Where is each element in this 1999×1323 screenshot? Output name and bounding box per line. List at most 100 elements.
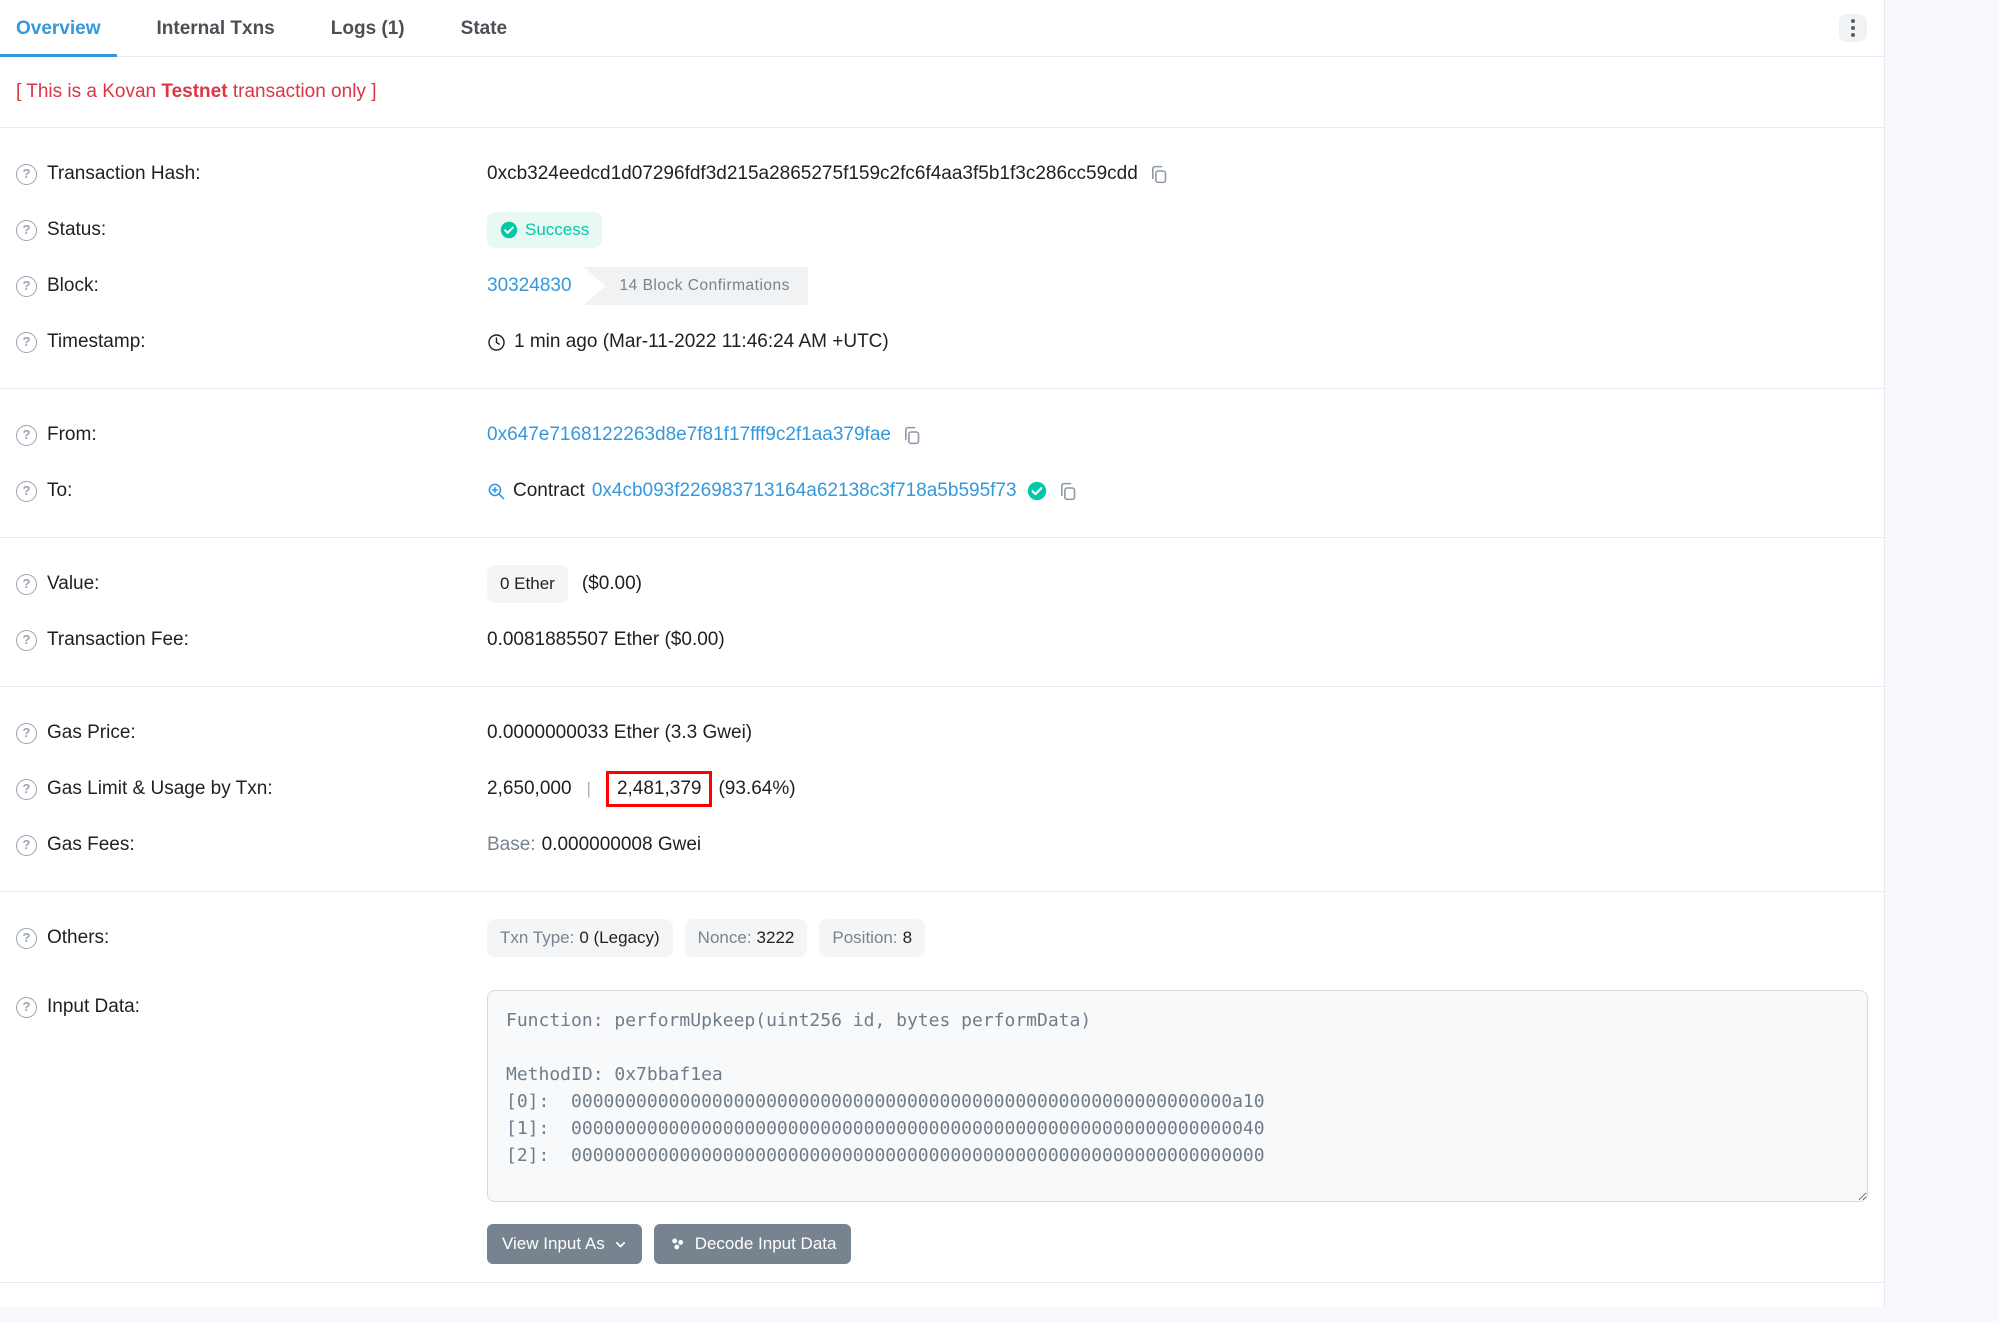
tab-internal-txns[interactable]: Internal Txns (141, 0, 291, 57)
position-value: 8 (903, 928, 912, 948)
row-transaction-hash: ? Transaction Hash: 0xcb324eedcd1d07296f… (0, 146, 1884, 202)
view-input-as-button[interactable]: View Input As (487, 1224, 642, 1264)
tab-overview[interactable]: Overview (0, 0, 117, 57)
decode-input-data-label: Decode Input Data (695, 1234, 837, 1254)
testnet-note: [ This is a Kovan Testnet transaction on… (16, 81, 1868, 103)
row-status: ? Status: Success (0, 202, 1884, 258)
help-icon[interactable]: ? (16, 164, 37, 185)
section-overview-top: ? Transaction Hash: 0xcb324eedcd1d07296f… (0, 128, 1884, 389)
block-number-link[interactable]: 30324830 (487, 275, 572, 297)
row-others: ? Others: Txn Type: 0 (Legacy) Nonce: 32… (0, 910, 1884, 966)
row-input-data: ? Input Data: Function: performUpkeep(ui… (0, 980, 1884, 1264)
nonce-key: Nonce: (698, 928, 752, 948)
tab-bar: Overview Internal Txns Logs (1) State (0, 0, 1884, 57)
gas-separator: | (587, 779, 591, 799)
help-icon[interactable]: ? (16, 997, 37, 1018)
row-gas-price: ? Gas Price: 0.0000000033 Ether (3.3 Gwe… (0, 705, 1884, 761)
timestamp-label: Timestamp: (47, 331, 146, 353)
position-key: Position: (832, 928, 897, 948)
copy-icon[interactable] (1148, 164, 1169, 185)
help-icon[interactable]: ? (16, 220, 37, 241)
help-icon[interactable]: ? (16, 835, 37, 856)
tab-logs[interactable]: Logs (1) (315, 0, 421, 57)
row-timestamp: ? Timestamp: 1 min ago (Mar-11-2022 11:4… (0, 314, 1884, 370)
decode-icon (669, 1236, 686, 1253)
gas-price-value: 0.0000000033 Ether (3.3 Gwei) (487, 722, 752, 744)
help-icon[interactable]: ? (16, 630, 37, 651)
timestamp-value: 1 min ago (Mar-11-2022 11:46:24 AM +UTC) (514, 331, 889, 353)
row-gas-limit-usage: ? Gas Limit & Usage by Txn: 2,650,000 | … (0, 761, 1884, 817)
input-data-label: Input Data: (47, 996, 140, 1018)
view-input-as-label: View Input As (502, 1234, 605, 1254)
help-icon[interactable]: ? (16, 928, 37, 949)
block-confirmations-badge: 14 Block Confirmations (584, 267, 808, 305)
row-to: ? To: Contract 0x4cb093f226983713164a621… (0, 463, 1884, 519)
bottom-spacer (0, 1283, 1884, 1323)
gas-price-label: Gas Price: (47, 722, 136, 744)
section-value: ? Value: 0 Ether ($0.00) ? Transaction F… (0, 538, 1884, 687)
transaction-hash-value: 0xcb324eedcd1d07296fdf3d215a2865275f159c… (487, 163, 1138, 185)
value-label: Value: (47, 573, 99, 595)
testnet-note-suffix: transaction only ] (228, 81, 377, 102)
transaction-hash-label: Transaction Hash: (47, 163, 200, 185)
to-address-link[interactable]: 0x4cb093f226983713164a62138c3f718a5b595f… (592, 480, 1017, 502)
gas-fees-base-value: 0.000000008 Gwei (542, 834, 702, 856)
help-icon[interactable]: ? (16, 723, 37, 744)
input-data-textarea[interactable]: Function: performUpkeep(uint256 id, byte… (487, 990, 1868, 1202)
help-icon[interactable]: ? (16, 332, 37, 353)
status-value: Success (525, 220, 589, 240)
position-badge: Position: 8 (819, 919, 925, 957)
from-label: From: (47, 424, 97, 446)
tab-state[interactable]: State (445, 0, 523, 57)
decode-input-data-button[interactable]: Decode Input Data (654, 1224, 852, 1264)
section-gas: ? Gas Price: 0.0000000033 Ether (3.3 Gwe… (0, 687, 1884, 892)
txn-type-badge: Txn Type: 0 (Legacy) (487, 919, 673, 957)
success-check-icon (500, 221, 518, 239)
clock-icon (487, 333, 506, 352)
row-block: ? Block: 30324830 14 Block Confirmations (0, 258, 1884, 314)
kebab-dot (1851, 33, 1855, 37)
kebab-dot (1851, 19, 1855, 23)
help-icon[interactable]: ? (16, 276, 37, 297)
nonce-badge: Nonce: 3222 (685, 919, 808, 957)
row-value: ? Value: 0 Ether ($0.00) (0, 556, 1884, 612)
testnet-note-section: [ This is a Kovan Testnet transaction on… (0, 57, 1884, 128)
gas-fees-label: Gas Fees: (47, 834, 135, 856)
help-icon[interactable]: ? (16, 425, 37, 446)
others-label: Others: (47, 927, 109, 949)
more-options-button[interactable] (1839, 14, 1867, 42)
txn-type-key: Txn Type: (500, 928, 574, 948)
status-badge: Success (487, 212, 602, 248)
row-from: ? From: 0x647e7168122263d8e7f81f17fff9c2… (0, 407, 1884, 463)
nonce-value: 3222 (757, 928, 795, 948)
testnet-note-prefix: [ This is a Kovan (16, 81, 161, 102)
transaction-detail-card: Overview Internal Txns Logs (1) State [ … (0, 0, 1885, 1307)
gas-used-percent: (93.64%) (718, 778, 795, 800)
ether-value-badge: 0 Ether (487, 565, 568, 603)
gas-limit-label: Gas Limit & Usage by Txn: (47, 778, 273, 800)
chevron-down-icon (614, 1238, 627, 1251)
verified-check-icon (1027, 481, 1047, 501)
copy-icon[interactable] (1057, 481, 1078, 502)
zoom-in-icon[interactable] (487, 482, 506, 501)
to-label: To: (47, 480, 72, 502)
value-usd: ($0.00) (582, 573, 642, 595)
from-address-link[interactable]: 0x647e7168122263d8e7f81f17fff9c2f1aa379f… (487, 424, 891, 446)
section-parties: ? From: 0x647e7168122263d8e7f81f17fff9c2… (0, 389, 1884, 538)
copy-icon[interactable] (901, 425, 922, 446)
gas-fees-base-label: Base: (487, 834, 536, 856)
transaction-fee-value: 0.0081885507 Ether ($0.00) (487, 629, 725, 651)
gas-limit-value: 2,650,000 (487, 778, 572, 800)
transaction-fee-label: Transaction Fee: (47, 629, 189, 651)
gas-used-highlight-box: 2,481,379 (606, 771, 713, 807)
row-transaction-fee: ? Transaction Fee: 0.0081885507 Ether ($… (0, 612, 1884, 668)
help-icon[interactable]: ? (16, 481, 37, 502)
to-contract-prefix: Contract (513, 480, 585, 502)
section-others-input: ? Others: Txn Type: 0 (Legacy) Nonce: 32… (0, 892, 1884, 1283)
txn-type-value: 0 (Legacy) (579, 928, 659, 948)
help-icon[interactable]: ? (16, 574, 37, 595)
help-icon[interactable]: ? (16, 779, 37, 800)
kebab-dot (1851, 26, 1855, 30)
row-gas-fees: ? Gas Fees: Base: 0.000000008 Gwei (0, 817, 1884, 873)
testnet-note-bold: Testnet (161, 81, 227, 102)
